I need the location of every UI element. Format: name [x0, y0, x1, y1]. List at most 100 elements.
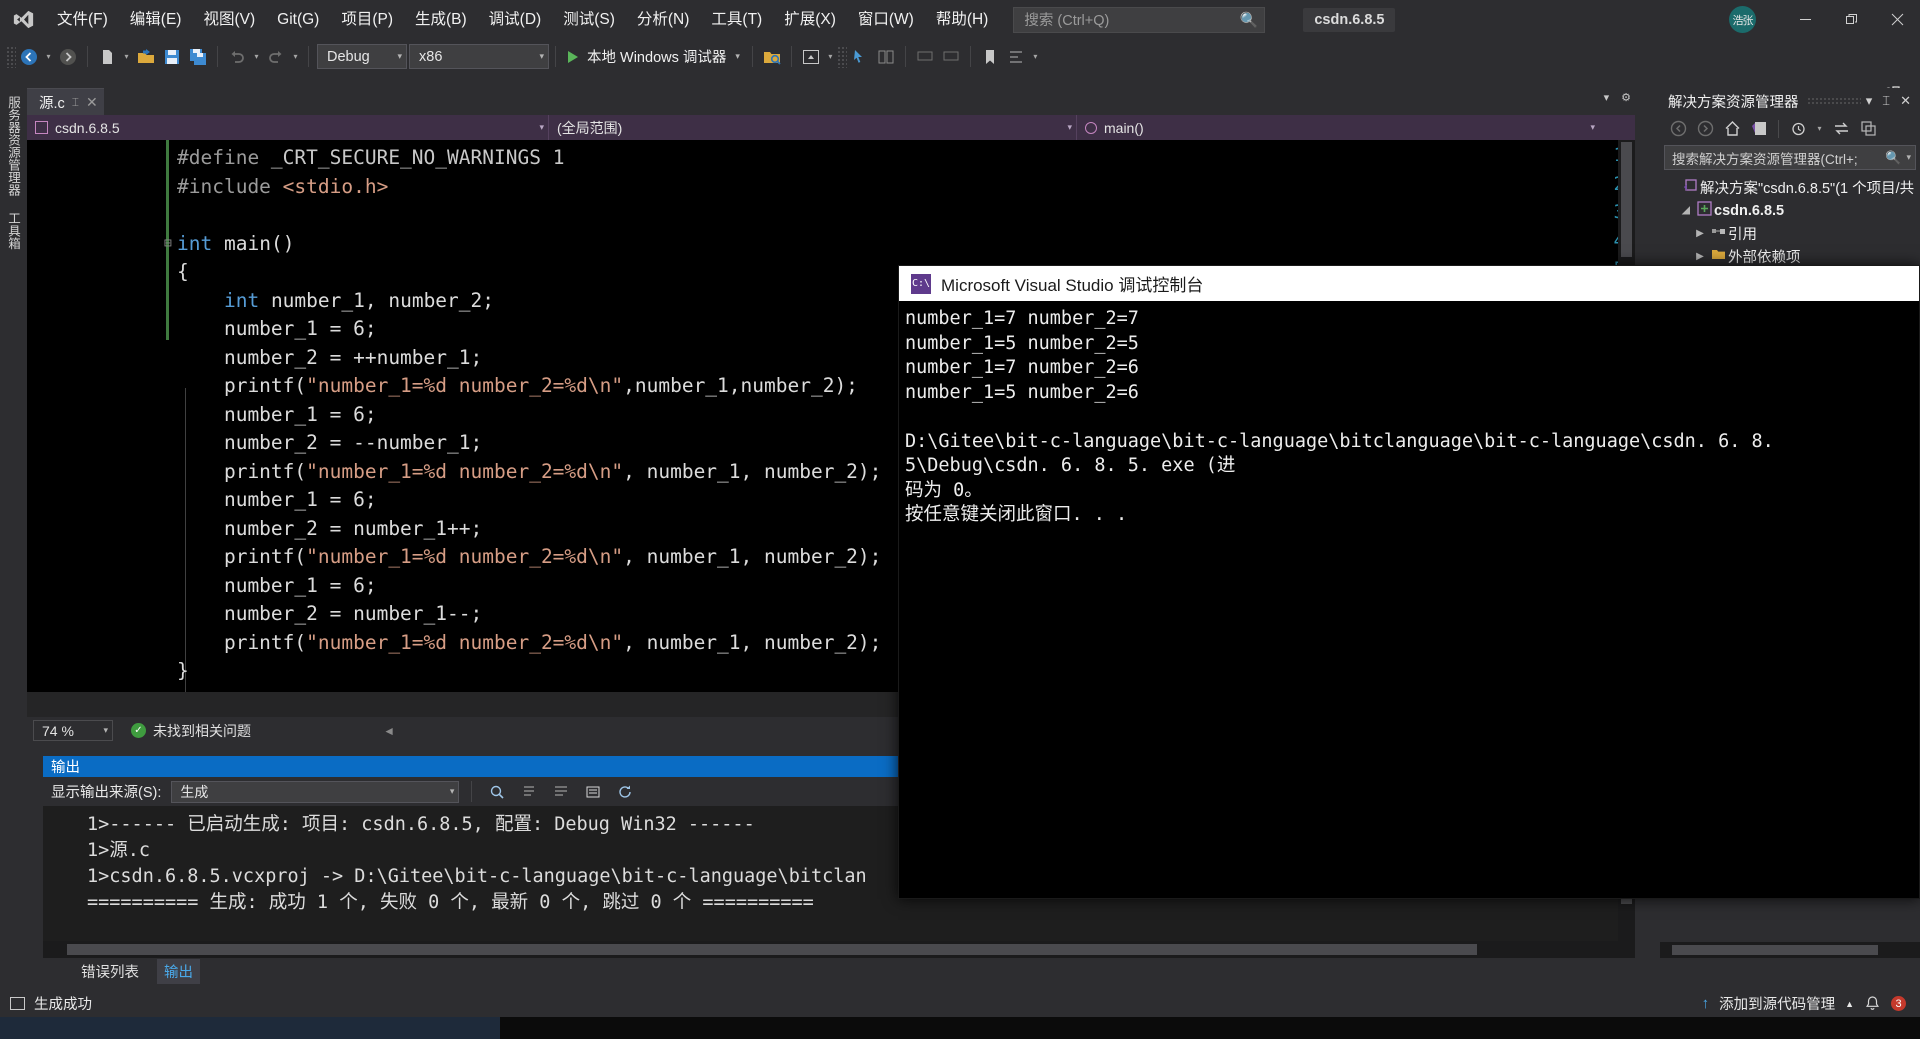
minimize-button[interactable]: [1782, 0, 1828, 39]
expand-arrow-icon[interactable]: ▶: [1692, 251, 1708, 262]
find-message-icon[interactable]: [484, 779, 510, 805]
search-input[interactable]: 搜索 (Ctrl+Q) 🔍: [1013, 6, 1266, 33]
toolbar-extra-icon[interactable]: [873, 44, 899, 70]
menu-window[interactable]: 窗口(W): [847, 6, 925, 33]
menu-project[interactable]: 项目(P): [330, 6, 404, 33]
toolwindow-dropdown[interactable]: ▾: [824, 44, 837, 70]
code-line[interactable]: number_1 = 6;: [177, 315, 377, 344]
code-line[interactable]: printf("number_1=%d number_2=%d\n",numbe…: [177, 372, 858, 401]
pending-changes-dropdown[interactable]: ▾: [1813, 116, 1826, 142]
fold-toggle-icon[interactable]: ⊟: [164, 236, 172, 251]
collapse-arrow-icon[interactable]: ◢: [1678, 205, 1694, 216]
restore-button[interactable]: [1828, 0, 1874, 39]
zoom-level-combo[interactable]: 74 % ▾: [33, 720, 113, 741]
menu-help[interactable]: 帮助(H): [925, 6, 1000, 33]
code-line[interactable]: number_2 = number_1--;: [177, 600, 482, 629]
close-icon[interactable]: ✕: [86, 94, 98, 111]
navbar-scope-combo[interactable]: (全局范围) ▾: [549, 115, 1077, 140]
clear-all-icon[interactable]: [516, 779, 542, 805]
menu-file[interactable]: 文件(F): [46, 6, 119, 33]
navbar-member-combo[interactable]: main() ▾: [1077, 115, 1599, 140]
code-line[interactable]: printf("number_1=%d number_2=%d\n", numb…: [177, 543, 881, 572]
expand-arrow-icon[interactable]: ▶: [1692, 228, 1708, 239]
code-line[interactable]: number_1 = 6;: [177, 486, 377, 515]
pin-icon[interactable]: ⌶: [72, 95, 79, 110]
new-file-dropdown[interactable]: ▾: [120, 44, 133, 70]
indent-icon[interactable]: [1003, 44, 1029, 70]
code-line[interactable]: printf("number_1=%d number_2=%d\n", numb…: [177, 458, 881, 487]
code-line[interactable]: printf("number_1=%d number_2=%d\n", numb…: [177, 629, 881, 658]
close-button[interactable]: [1874, 0, 1920, 39]
debug-console-window[interactable]: C:\ Microsoft Visual Studio 调试控制台 number…: [898, 265, 1920, 899]
menu-view[interactable]: 视图(V): [192, 6, 266, 33]
solution-explorer-home-icon[interactable]: [798, 44, 824, 70]
source-control-caret-icon[interactable]: ▲: [1845, 999, 1854, 1009]
code-line[interactable]: }: [177, 657, 189, 686]
code-line[interactable]: number_1 = 6;: [177, 572, 377, 601]
tab-output[interactable]: 输出: [157, 958, 200, 984]
issue-status[interactable]: ✓ 未找到相关问题: [131, 721, 251, 741]
code-line[interactable]: #define _CRT_SECURE_NO_WARNINGS 1: [177, 144, 564, 173]
overflow-chevron-icon[interactable]: ▾: [1029, 44, 1042, 70]
code-line[interactable]: number_1 = 6;: [177, 401, 377, 430]
arrow-up-icon[interactable]: ↑: [1702, 995, 1710, 1012]
uncomment-icon[interactable]: [938, 44, 964, 70]
platform-combo[interactable]: x86 ▾: [409, 44, 549, 69]
select-element-icon[interactable]: [847, 44, 873, 70]
menu-build[interactable]: 生成(B): [404, 6, 478, 33]
solution-explorer-horizontal-scrollbar[interactable]: [1660, 942, 1920, 958]
open-folder-icon[interactable]: [133, 44, 159, 70]
header-drag-dots[interactable]: [1806, 97, 1861, 105]
chevron-down-icon[interactable]: ▾: [1901, 152, 1911, 163]
menu-extensions[interactable]: 扩展(X): [773, 6, 847, 33]
navbar-project-combo[interactable]: csdn.6.8.5 ▾: [27, 115, 549, 140]
output-horizontal-scrollbar[interactable]: [43, 941, 1635, 958]
menu-test[interactable]: 测试(S): [552, 6, 626, 33]
code-line[interactable]: {: [177, 258, 189, 287]
bell-icon[interactable]: [1864, 995, 1881, 1012]
menu-git[interactable]: Git(G): [266, 6, 330, 33]
scrollbar-thumb[interactable]: [1672, 945, 1878, 955]
solution-tree-item[interactable]: ◢ csdn.6.8.5: [1660, 199, 1920, 222]
code-line[interactable]: int number_1, number_2;: [177, 287, 494, 316]
scrollbar-thumb[interactable]: [1621, 142, 1632, 257]
menu-analyze[interactable]: 分析(N): [626, 6, 701, 33]
navigate-forward-icon[interactable]: [55, 44, 81, 70]
code-line[interactable]: number_2 = --number_1;: [177, 429, 482, 458]
solution-explorer-search-input[interactable]: 搜索解决方案资源管理器(Ctrl+; 🔍 ▾: [1664, 145, 1916, 170]
pending-changes-icon[interactable]: [1786, 117, 1810, 140]
gear-icon[interactable]: ⚙: [1621, 91, 1631, 104]
new-file-icon[interactable]: [94, 44, 120, 70]
toolbar-grip-2[interactable]: [836, 45, 847, 68]
pin-icon[interactable]: ⌶: [1877, 93, 1895, 109]
output-list-icon[interactable]: [580, 779, 606, 805]
redo-dropdown[interactable]: ▾: [289, 44, 302, 70]
solution-tree-item[interactable]: 解决方案"csdn.6.8.5"(1 个项目/共: [1660, 176, 1920, 199]
home-icon[interactable]: [1720, 117, 1744, 140]
navigate-back-icon[interactable]: [16, 44, 42, 70]
undo-dropdown[interactable]: ▾: [250, 44, 263, 70]
notification-count-badge[interactable]: 3: [1891, 996, 1906, 1011]
vs-switch-views-icon[interactable]: [1747, 117, 1771, 140]
scrollbar-thumb[interactable]: [67, 944, 1477, 955]
configuration-combo[interactable]: Debug ▾: [317, 44, 407, 69]
close-icon[interactable]: ✕: [1895, 93, 1916, 109]
menu-tools[interactable]: 工具(T): [700, 6, 773, 33]
sync-icon[interactable]: [1829, 117, 1853, 140]
source-control-label[interactable]: 添加到源代码管理: [1719, 993, 1835, 1014]
code-line[interactable]: number_2 = ++number_1;: [177, 344, 482, 373]
save-all-icon[interactable]: [185, 44, 211, 70]
menu-edit[interactable]: 编辑(E): [119, 6, 193, 33]
save-icon[interactable]: [159, 44, 185, 70]
tab-error-list[interactable]: 错误列表: [81, 961, 139, 982]
code-line[interactable]: #include <stdio.h>: [177, 173, 388, 202]
toolbar-grip[interactable]: [6, 45, 16, 68]
undo-icon[interactable]: [224, 44, 250, 70]
toggle-wordwrap-icon[interactable]: [548, 779, 574, 805]
code-line[interactable]: int main(): [177, 230, 294, 259]
document-tab-source-c[interactable]: 源.c ⌶ ✕: [27, 88, 104, 115]
navigate-back-dropdown[interactable]: ▾: [42, 44, 55, 70]
chevron-down-icon[interactable]: ▾: [1604, 91, 1610, 104]
back-icon[interactable]: [1666, 117, 1690, 140]
vtab-server-explorer[interactable]: 服务器资源管理器: [0, 88, 27, 204]
